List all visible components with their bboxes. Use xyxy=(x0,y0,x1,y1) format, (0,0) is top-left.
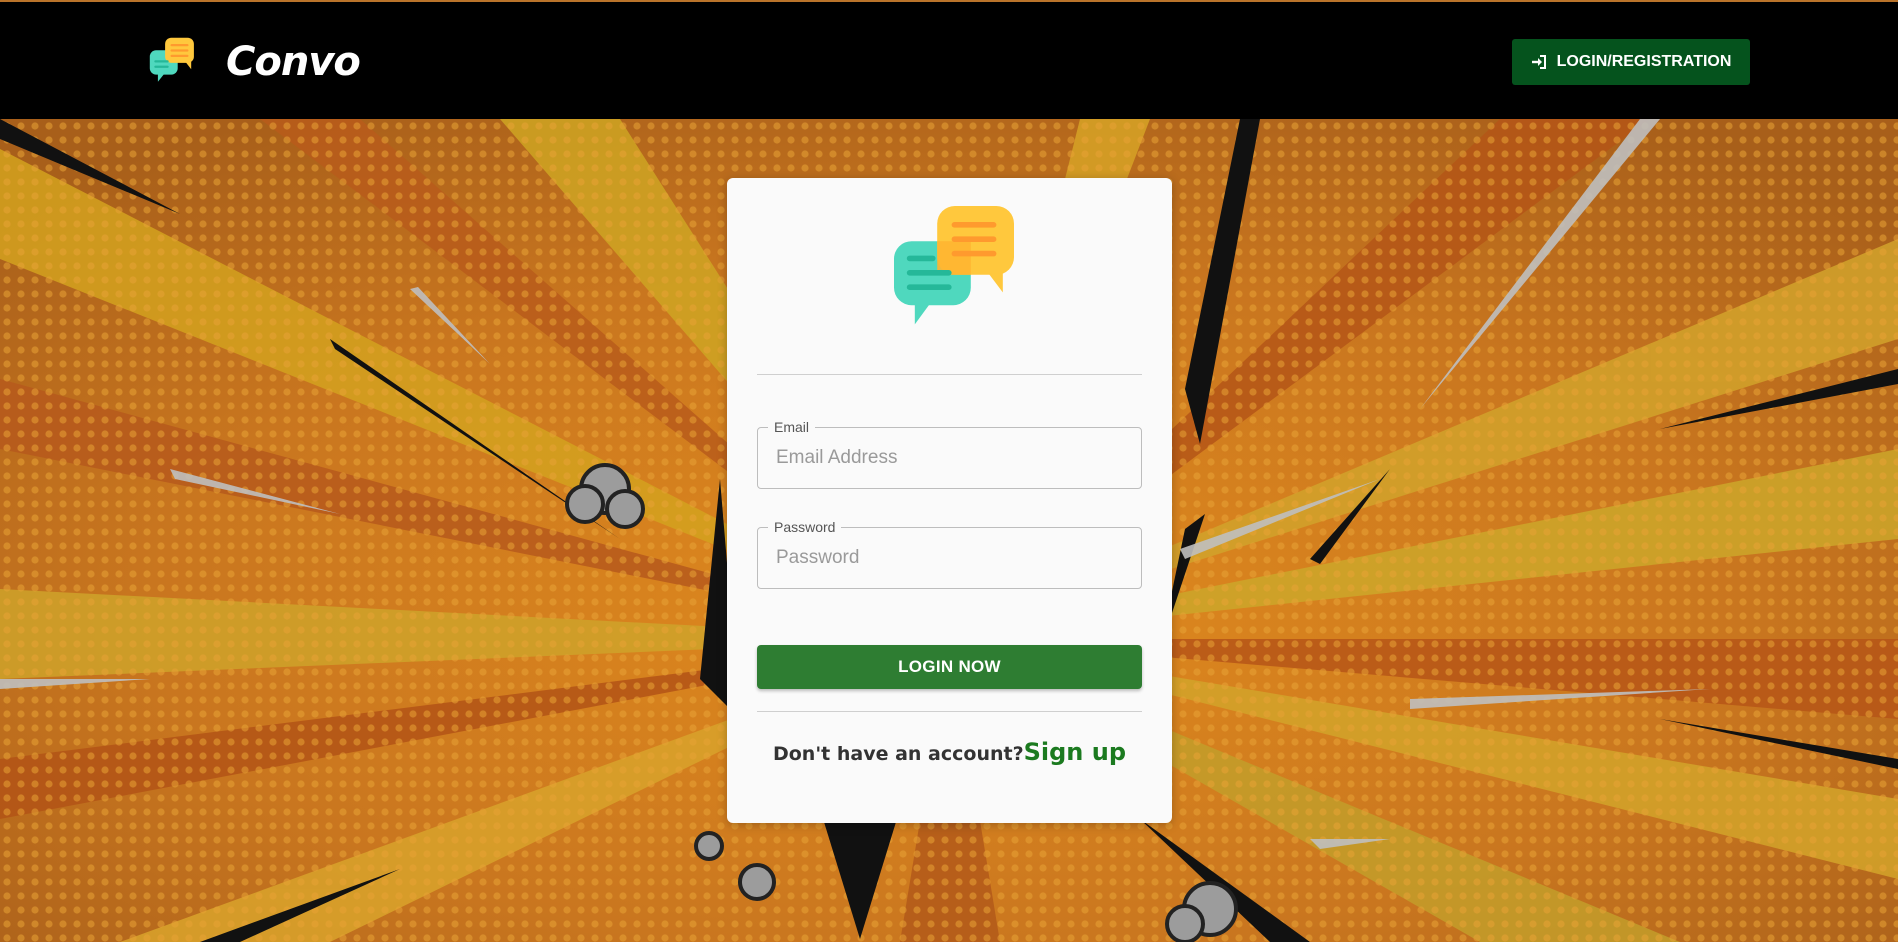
brand[interactable]: Convo xyxy=(148,34,361,90)
signup-prompt: Don't have an account? xyxy=(772,743,1024,765)
navbar: Convo LOGIN/REGISTRATION xyxy=(0,2,1898,119)
signup-link[interactable]: Sign up xyxy=(1024,738,1126,766)
page: Convo LOGIN/REGISTRATION Email Email Add… xyxy=(0,0,1898,942)
email-field[interactable]: Email xyxy=(757,419,1142,489)
divider-top xyxy=(757,374,1142,375)
signup-row: Don't have an account?Sign up xyxy=(727,738,1172,766)
email-input[interactable] xyxy=(774,442,1128,474)
password-field[interactable]: Password xyxy=(757,519,1142,589)
chat-bubbles-icon xyxy=(149,37,194,82)
login-registration-button[interactable]: LOGIN/REGISTRATION xyxy=(1512,39,1750,85)
login-card: Email Password LOGIN NOW Don't have an a… xyxy=(727,178,1172,823)
password-label: Password xyxy=(774,519,836,535)
password-input[interactable] xyxy=(774,542,1128,574)
divider-bottom xyxy=(757,711,1142,712)
login-now-button[interactable]: LOGIN NOW xyxy=(757,645,1142,689)
chat-bubbles-icon xyxy=(894,206,1014,325)
login-registration-label: LOGIN/REGISTRATION xyxy=(1556,53,1732,70)
brand-name: Convo xyxy=(226,39,361,85)
email-label: Email xyxy=(774,419,810,435)
sign-in-icon xyxy=(1531,55,1546,69)
